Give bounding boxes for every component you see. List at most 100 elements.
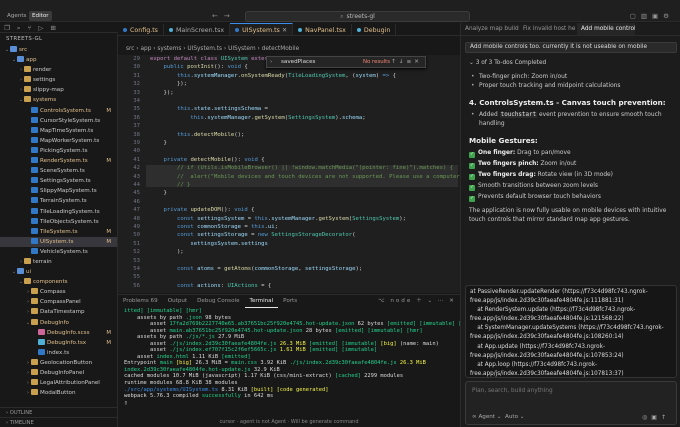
agents-mode-tab[interactable]: Agents xyxy=(4,11,29,21)
explorer-header[interactable]: STREETS-GL xyxy=(0,34,117,45)
tab-label: MainScreen.tsx xyxy=(175,27,225,34)
find-input[interactable]: savedPlaces xyxy=(281,59,351,66)
file-row[interactable]: DebugInfo.tsx M xyxy=(0,338,117,348)
terminal-output[interactable]: itted] [immutable] [hmr] assets by path … xyxy=(124,308,460,406)
line-number: 36 xyxy=(133,114,140,121)
folder-row[interactable]: ⌄ systems xyxy=(0,95,117,105)
panel-tab[interactable]: Problems 69 xyxy=(118,295,163,307)
file-row[interactable]: VehicleSystem.ts xyxy=(0,247,117,257)
outline-section[interactable]: › OUTLINE xyxy=(0,407,117,417)
git-status-badge: M xyxy=(106,329,111,336)
nav-arrows[interactable]: ←→ xyxy=(212,12,236,20)
file-row[interactable]: PickingSystem.ts xyxy=(0,146,117,156)
folder-row[interactable]: › render xyxy=(0,65,117,75)
panel-tab[interactable]: Terminal xyxy=(244,295,279,308)
file-row[interactable]: DebugInfo.scss M xyxy=(0,328,117,338)
folder-row[interactable]: › DataTimestamp xyxy=(0,307,117,317)
file-row[interactable]: CursorStyleSystem.ts xyxy=(0,116,117,126)
agent-input[interactable]: Plan, search, build anything ∞ Agent ⌄ A… xyxy=(465,381,677,425)
folder-row[interactable]: ⌄ DebugInfo xyxy=(0,318,117,328)
panel-tab[interactable]: Debug Console xyxy=(192,295,244,307)
folder-row[interactable]: › ModalButton xyxy=(0,388,117,398)
folder-row[interactable]: ⌄ components xyxy=(0,277,117,287)
model-select[interactable]: Auto ⌄ xyxy=(505,414,524,420)
folder-row[interactable]: › DebugInfoPanel xyxy=(0,368,117,378)
gesture-name: Two fingers pinch: xyxy=(478,161,539,167)
file-ts-icon xyxy=(38,348,45,355)
file-row[interactable]: TileLoadingSystem.ts xyxy=(0,207,117,217)
panel-tab[interactable]: Output xyxy=(163,295,192,307)
file-row[interactable]: TileSystem.ts M xyxy=(0,227,117,237)
folder-row[interactable]: ⌄ app xyxy=(0,55,117,65)
file-row[interactable]: index.ts xyxy=(0,348,117,358)
code-line: } xyxy=(150,190,167,197)
agent-chat-tab[interactable]: Analyze map buildi xyxy=(461,23,519,35)
chevron-right-icon[interactable]: › xyxy=(270,59,272,66)
editor-tab[interactable]: MainScreen.tsx xyxy=(164,24,231,35)
folder-row[interactable]: ⌄ ui xyxy=(0,267,117,277)
file-row[interactable]: MapWorkerSystem.ts xyxy=(0,136,117,146)
timeline-section[interactable]: › TIMELINE xyxy=(0,417,117,427)
todo-summary[interactable]: ⌄ 3 of 3 To-dos Completed xyxy=(465,58,677,69)
agent-terminal-line: at App.loop (https://f73c4d98fc743.ngrok… xyxy=(470,361,598,368)
editor-tab[interactable]: Debugin xyxy=(352,24,397,35)
file-label: DebugInfo.scss xyxy=(47,329,90,336)
breadcrumb[interactable]: src › app › systems › UISystem.ts › UISy… xyxy=(118,44,460,54)
line-number: 31 xyxy=(133,72,140,79)
folder-icon xyxy=(24,86,31,93)
code-line: this.detectMobile(); xyxy=(176,131,245,138)
layout-icons[interactable]: ▢▥▣⚙ xyxy=(630,12,674,20)
extensions-icon[interactable]: ⊞ xyxy=(50,24,62,32)
file-row[interactable]: TerrainSystem.ts xyxy=(0,196,117,206)
search-icon[interactable]: ⌕ xyxy=(17,24,28,32)
folder-row[interactable]: › terrain xyxy=(0,257,117,267)
agent-chat-tab[interactable]: Add mobile controls fo xyxy=(577,23,635,35)
agent-prompt[interactable]: Add mobile controls too. currently it is… xyxy=(465,42,677,53)
send-controls[interactable]: ◎▣↑ xyxy=(642,414,670,421)
file-row[interactable]: MapTimeSystem.ts xyxy=(0,126,117,136)
agent-terminal-line: at App.update (https://f73c4d98fc743.ngr… xyxy=(470,343,606,350)
editor-tab[interactable]: NavPanel.tsx xyxy=(293,24,352,35)
editor-tab[interactable]: Config.ts xyxy=(118,24,164,35)
panel-controls[interactable]: ⌥ node ＋ ⌄ ⋯ ✕ xyxy=(378,295,456,307)
folder-row[interactable]: › settings xyxy=(0,75,117,85)
line-number: 35 xyxy=(133,106,140,113)
editor-tab[interactable]: UISystem.ts ✕ xyxy=(230,23,294,35)
file-ts-icon xyxy=(31,106,38,113)
file-row[interactable]: SettingsSystem.ts xyxy=(0,176,117,186)
file-row[interactable]: ControlsSystem.ts M xyxy=(0,106,117,116)
file-row[interactable]: UISystem.ts M xyxy=(0,236,117,247)
agent-response: Two-finger pinch: Zoom in/outProper touc… xyxy=(469,73,675,225)
agent-mode-select[interactable]: ∞ Agent ⌄ Auto ⌄ xyxy=(472,414,524,420)
folder-row[interactable]: › GeolocationButton xyxy=(0,358,117,368)
editor-mode-tab[interactable]: Editor xyxy=(29,11,52,21)
agent-chat-tab[interactable]: Fix invalid host he xyxy=(519,23,577,35)
file-row[interactable]: TileObjectsSystem.ts xyxy=(0,217,117,227)
file-label: index.ts xyxy=(47,349,70,356)
file-ts-icon xyxy=(31,136,38,143)
command-search[interactable]: ⌕ streets-gl xyxy=(245,11,470,22)
close-icon[interactable]: ✕ xyxy=(280,27,287,34)
file-row[interactable]: RenderSystem.ts M xyxy=(0,156,117,166)
find-widget[interactable]: › savedPlaces No results ↑↓≡✕ xyxy=(266,56,426,68)
file-row[interactable]: SlippyMapSystem.ts xyxy=(0,186,117,196)
folder-row[interactable]: › Compass xyxy=(0,287,117,297)
check-icon: ✓ xyxy=(469,196,475,202)
source-control-icon[interactable]: ⑂ xyxy=(27,24,38,32)
agent-terminal-output[interactable]: at PassiveRender.updateRender (https://f… xyxy=(465,285,677,378)
folder-row[interactable]: ⌄ src xyxy=(0,45,117,55)
panel-tab[interactable]: Ports xyxy=(278,295,302,307)
git-status-badge: M xyxy=(106,158,111,165)
file-row[interactable]: SceneSystem.ts xyxy=(0,166,117,176)
folder-icon xyxy=(31,369,38,375)
folder-row[interactable]: › CompassPanel xyxy=(0,297,117,307)
find-arrows[interactable]: ↑↓≡✕ xyxy=(391,59,422,66)
run-icon[interactable]: ▷ xyxy=(38,24,50,32)
folder-row[interactable]: › LegalAttributionPanel xyxy=(0,378,117,388)
files-icon[interactable]: ❐ xyxy=(4,24,17,32)
folder-row[interactable]: › slippy-map xyxy=(0,85,117,95)
code-editor[interactable]: 29 export default class UISystem extends … xyxy=(118,55,460,293)
line-number: 53 xyxy=(133,257,140,264)
code-line: }); xyxy=(150,89,174,96)
line-number: 33 xyxy=(133,89,140,96)
